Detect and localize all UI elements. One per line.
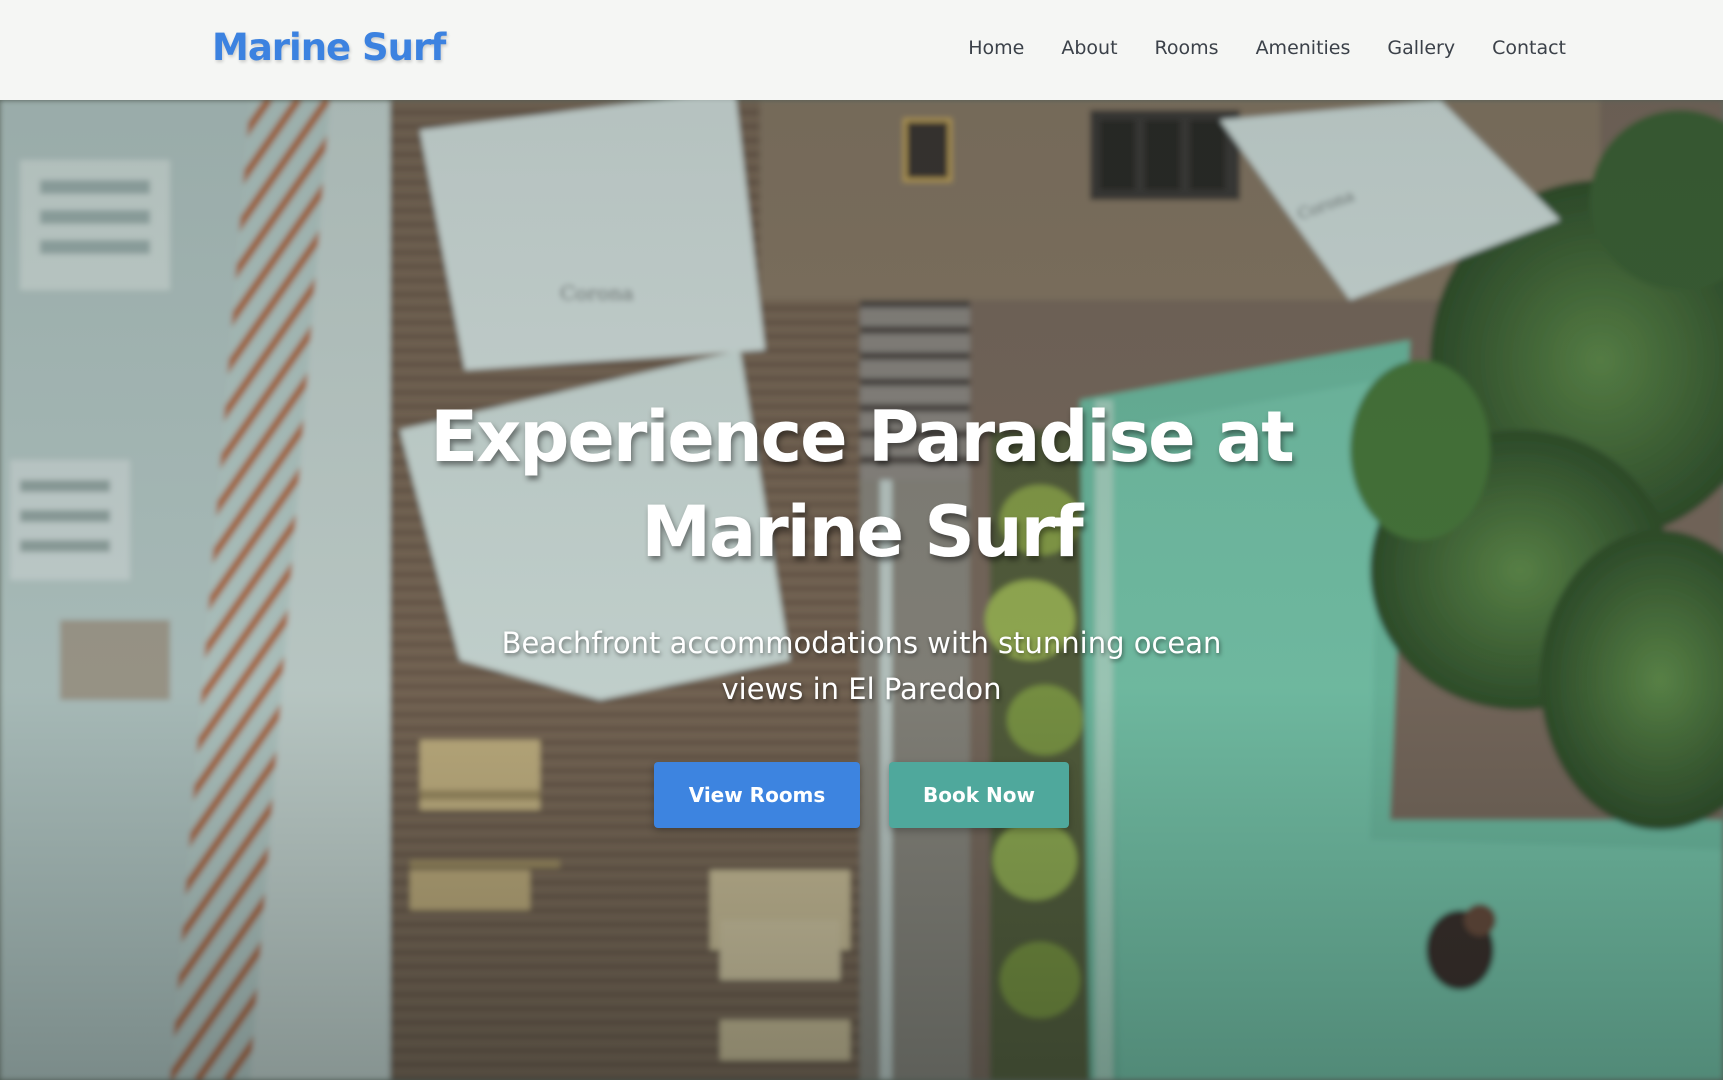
page: Marine Surf Home About Rooms Amenities G… [0, 0, 1723, 1080]
nav-link-gallery[interactable]: Gallery [1387, 34, 1455, 62]
hero-title: Experience Paradise at Marine Surf [430, 396, 1294, 573]
nav-link-contact[interactable]: Contact [1492, 34, 1566, 62]
book-now-button[interactable]: Book Now [889, 762, 1069, 828]
nav-link-amenities[interactable]: Amenities [1256, 34, 1351, 62]
hero-section: Corona Corona Experience Paradise at Mar… [0, 100, 1723, 1080]
site-logo[interactable]: Marine Surf [212, 24, 446, 72]
hero-subtitle: Beachfront accommodations with stunning … [501, 626, 1222, 706]
site-header: Marine Surf Home About Rooms Amenities G… [0, 0, 1723, 100]
nav-link-rooms[interactable]: Rooms [1155, 34, 1219, 62]
hero-buttons: View Rooms Book Now [0, 762, 1723, 828]
nav-link-home[interactable]: Home [968, 34, 1024, 62]
hero-content: Experience Paradise at Marine Surf Beach… [0, 390, 1723, 828]
view-rooms-button[interactable]: View Rooms [654, 762, 860, 828]
nav-link-about[interactable]: About [1061, 34, 1117, 62]
main-nav: Home About Rooms Amenities Gallery Conta… [968, 34, 1566, 62]
